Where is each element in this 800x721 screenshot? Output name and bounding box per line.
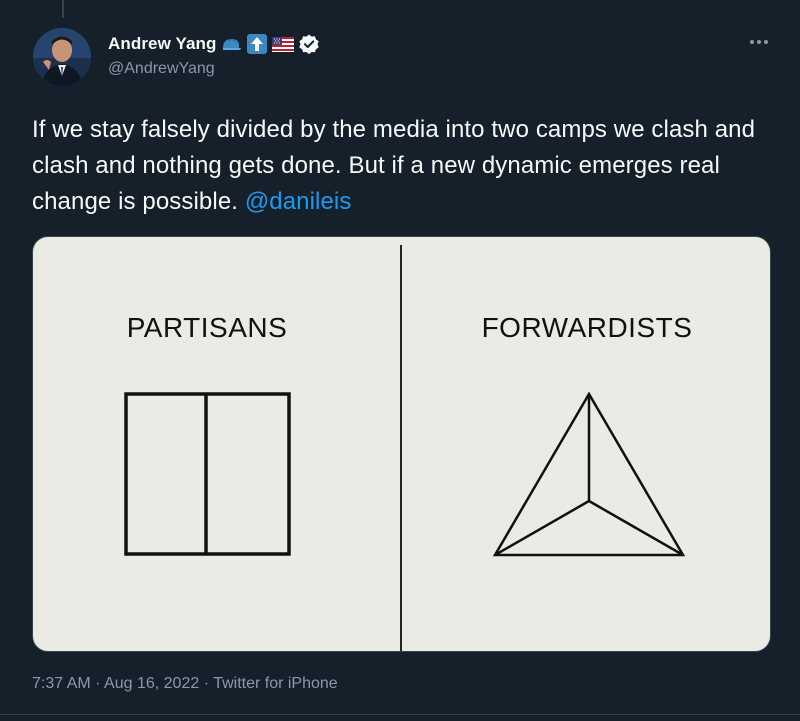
- tweet-metadata: 7:37 AM · Aug 16, 2022 · Twitter for iPh…: [32, 675, 338, 693]
- partisans-label: PARTISANS: [126, 312, 288, 343]
- forwardists-triangle-icon: [492, 391, 686, 557]
- author-handle[interactable]: @AndrewYang: [108, 60, 215, 78]
- mention-link[interactable]: @danileis: [245, 188, 352, 215]
- avatar[interactable]: [33, 28, 91, 86]
- more-icon: [750, 40, 768, 44]
- blue-cap-emoji-icon: [220, 33, 242, 55]
- tweet-text: If we stay falsely divided by the media …: [32, 112, 772, 220]
- tweet-time[interactable]: 7:37 AM: [32, 675, 91, 692]
- us-flag-emoji-icon: [272, 33, 295, 55]
- partisans-square-icon: [124, 392, 291, 556]
- tweet-body: If we stay falsely divided by the media …: [32, 116, 756, 215]
- up-arrow-emoji-icon: [246, 33, 268, 55]
- author-display-name[interactable]: Andrew Yang: [108, 34, 216, 54]
- tweet-date[interactable]: Aug 16, 2022: [104, 675, 199, 692]
- author-name-row[interactable]: Andrew Yang: [108, 32, 320, 56]
- tweet-image[interactable]: [32, 236, 771, 652]
- more-options-button[interactable]: [744, 30, 774, 54]
- tweet-card: Andrew Yang @AndrewYang If we stay false…: [0, 0, 800, 721]
- meta-separator: ·: [95, 675, 101, 692]
- verified-badge-icon: [298, 33, 320, 55]
- forwardists-label: FORWARDISTS: [481, 312, 693, 343]
- tweet-source[interactable]: Twitter for iPhone: [213, 675, 338, 692]
- thread-connector-line: [62, 0, 64, 18]
- meta-separator: ·: [203, 675, 210, 692]
- bottom-divider: [0, 714, 800, 715]
